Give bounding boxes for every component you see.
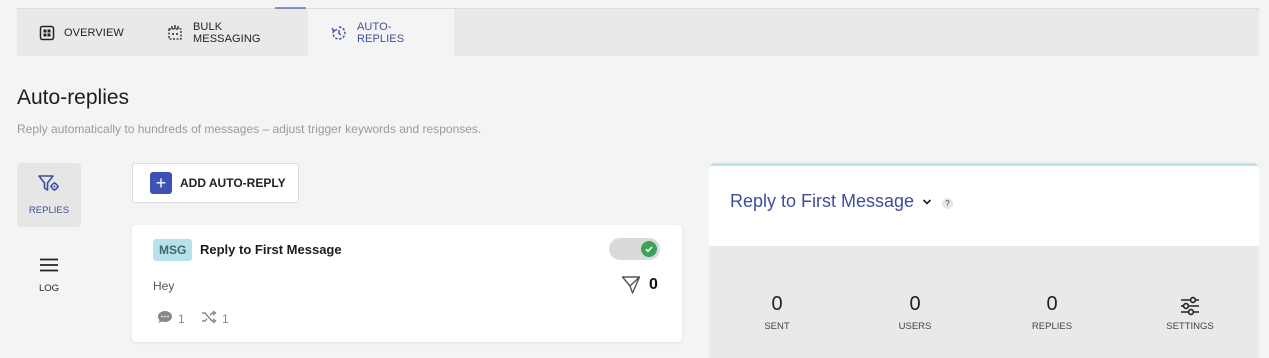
tab-overview[interactable]: OVERVIEW — [17, 9, 144, 56]
sliders-icon — [1150, 293, 1230, 319]
comments-stat: 1 — [157, 310, 185, 327]
side-nav-replies-label: REPLIES — [28, 205, 70, 216]
tab-auto-replies[interactable]: AUTO-REPLIES — [308, 9, 454, 56]
auto-reply-detail-panel: Reply to First Message ? 0 SENT 0 USERS … — [709, 163, 1259, 358]
help-icon[interactable]: ? — [942, 198, 953, 209]
auto-reply-title: Reply to First Message — [200, 242, 342, 257]
message-type-badge: MSG — [153, 239, 193, 261]
shuffle-count: 1 — [222, 311, 229, 326]
settings-button[interactable]: SETTINGS — [1150, 293, 1230, 332]
tab-bulk-messaging-label: BULK MESSAGING — [193, 20, 261, 45]
side-nav-log[interactable]: LOG — [17, 244, 81, 308]
side-nav-log-label: LOG — [38, 283, 60, 294]
auto-reply-icon — [330, 24, 348, 42]
metric-users: 0 USERS — [875, 293, 955, 332]
side-nav-replies[interactable]: REPLIES — [17, 163, 81, 227]
comments-count: 1 — [178, 311, 185, 326]
auto-reply-card[interactable]: MSG Reply to First Message Hey 0 1 1 — [132, 225, 682, 342]
filter-settings-icon — [37, 174, 61, 197]
metric-sent: 0 SENT — [737, 293, 817, 332]
shuffle-stat: 1 — [201, 310, 229, 327]
bulk-message-icon — [166, 24, 184, 42]
reply-message-preview: Hey — [153, 279, 175, 293]
plus-icon: + — [150, 172, 172, 194]
add-auto-reply-button[interactable]: + ADD AUTO-REPLY — [132, 163, 299, 203]
menu-icon — [39, 258, 59, 275]
tab-bar: OVERVIEW BULK MESSAGING AUTO-REPLIES — [17, 9, 1259, 56]
sent-count: 0 — [649, 276, 658, 293]
metric-sent-label: SENT — [764, 321, 790, 332]
metric-users-label: USERS — [898, 321, 932, 332]
dashboard-icon — [39, 24, 55, 42]
page-subtitle: Reply automatically to hundreds of messa… — [17, 122, 482, 136]
comment-icon — [157, 310, 173, 327]
chevron-down-icon[interactable] — [922, 195, 932, 209]
tab-bulk-messaging[interactable]: BULK MESSAGING — [144, 9, 308, 56]
metric-sent-value: 0 — [771, 293, 783, 315]
page-title: Auto-replies — [17, 86, 130, 109]
check-icon — [641, 241, 657, 257]
settings-label: SETTINGS — [1166, 321, 1214, 332]
metric-replies-value: 0 — [1046, 293, 1058, 315]
panel-title[interactable]: Reply to First Message — [730, 191, 914, 212]
metric-replies-label: REPLIES — [1031, 321, 1073, 332]
send-icon — [621, 275, 641, 300]
enable-toggle[interactable] — [609, 238, 660, 260]
add-auto-reply-label: ADD AUTO-REPLY — [180, 176, 286, 190]
tab-overview-label: OVERVIEW — [64, 26, 124, 39]
tab-auto-replies-label: AUTO-REPLIES — [357, 20, 405, 45]
shuffle-icon — [201, 310, 217, 327]
panel-header: Reply to First Message ? — [709, 163, 1259, 246]
metric-users-value: 0 — [909, 293, 921, 315]
metric-replies: 0 REPLIES — [1012, 293, 1092, 332]
